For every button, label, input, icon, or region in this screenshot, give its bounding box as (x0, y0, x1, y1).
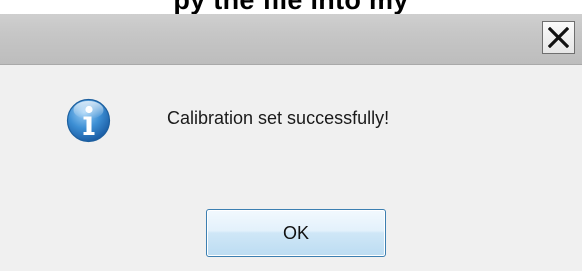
close-button[interactable] (542, 21, 575, 54)
information-icon (66, 98, 111, 143)
close-icon (548, 27, 569, 48)
dialog-message: Calibration set successfully! (167, 108, 390, 128)
background-page-fragment: py the file into my (0, 0, 582, 14)
message-dialog: py the file into my (0, 0, 582, 271)
dialog-titlebar[interactable] (0, 14, 582, 65)
dialog-body: Calibration set successfully! OK (0, 65, 582, 271)
background-page-text: py the file into my (0, 0, 582, 14)
ok-button[interactable]: OK (206, 209, 386, 257)
